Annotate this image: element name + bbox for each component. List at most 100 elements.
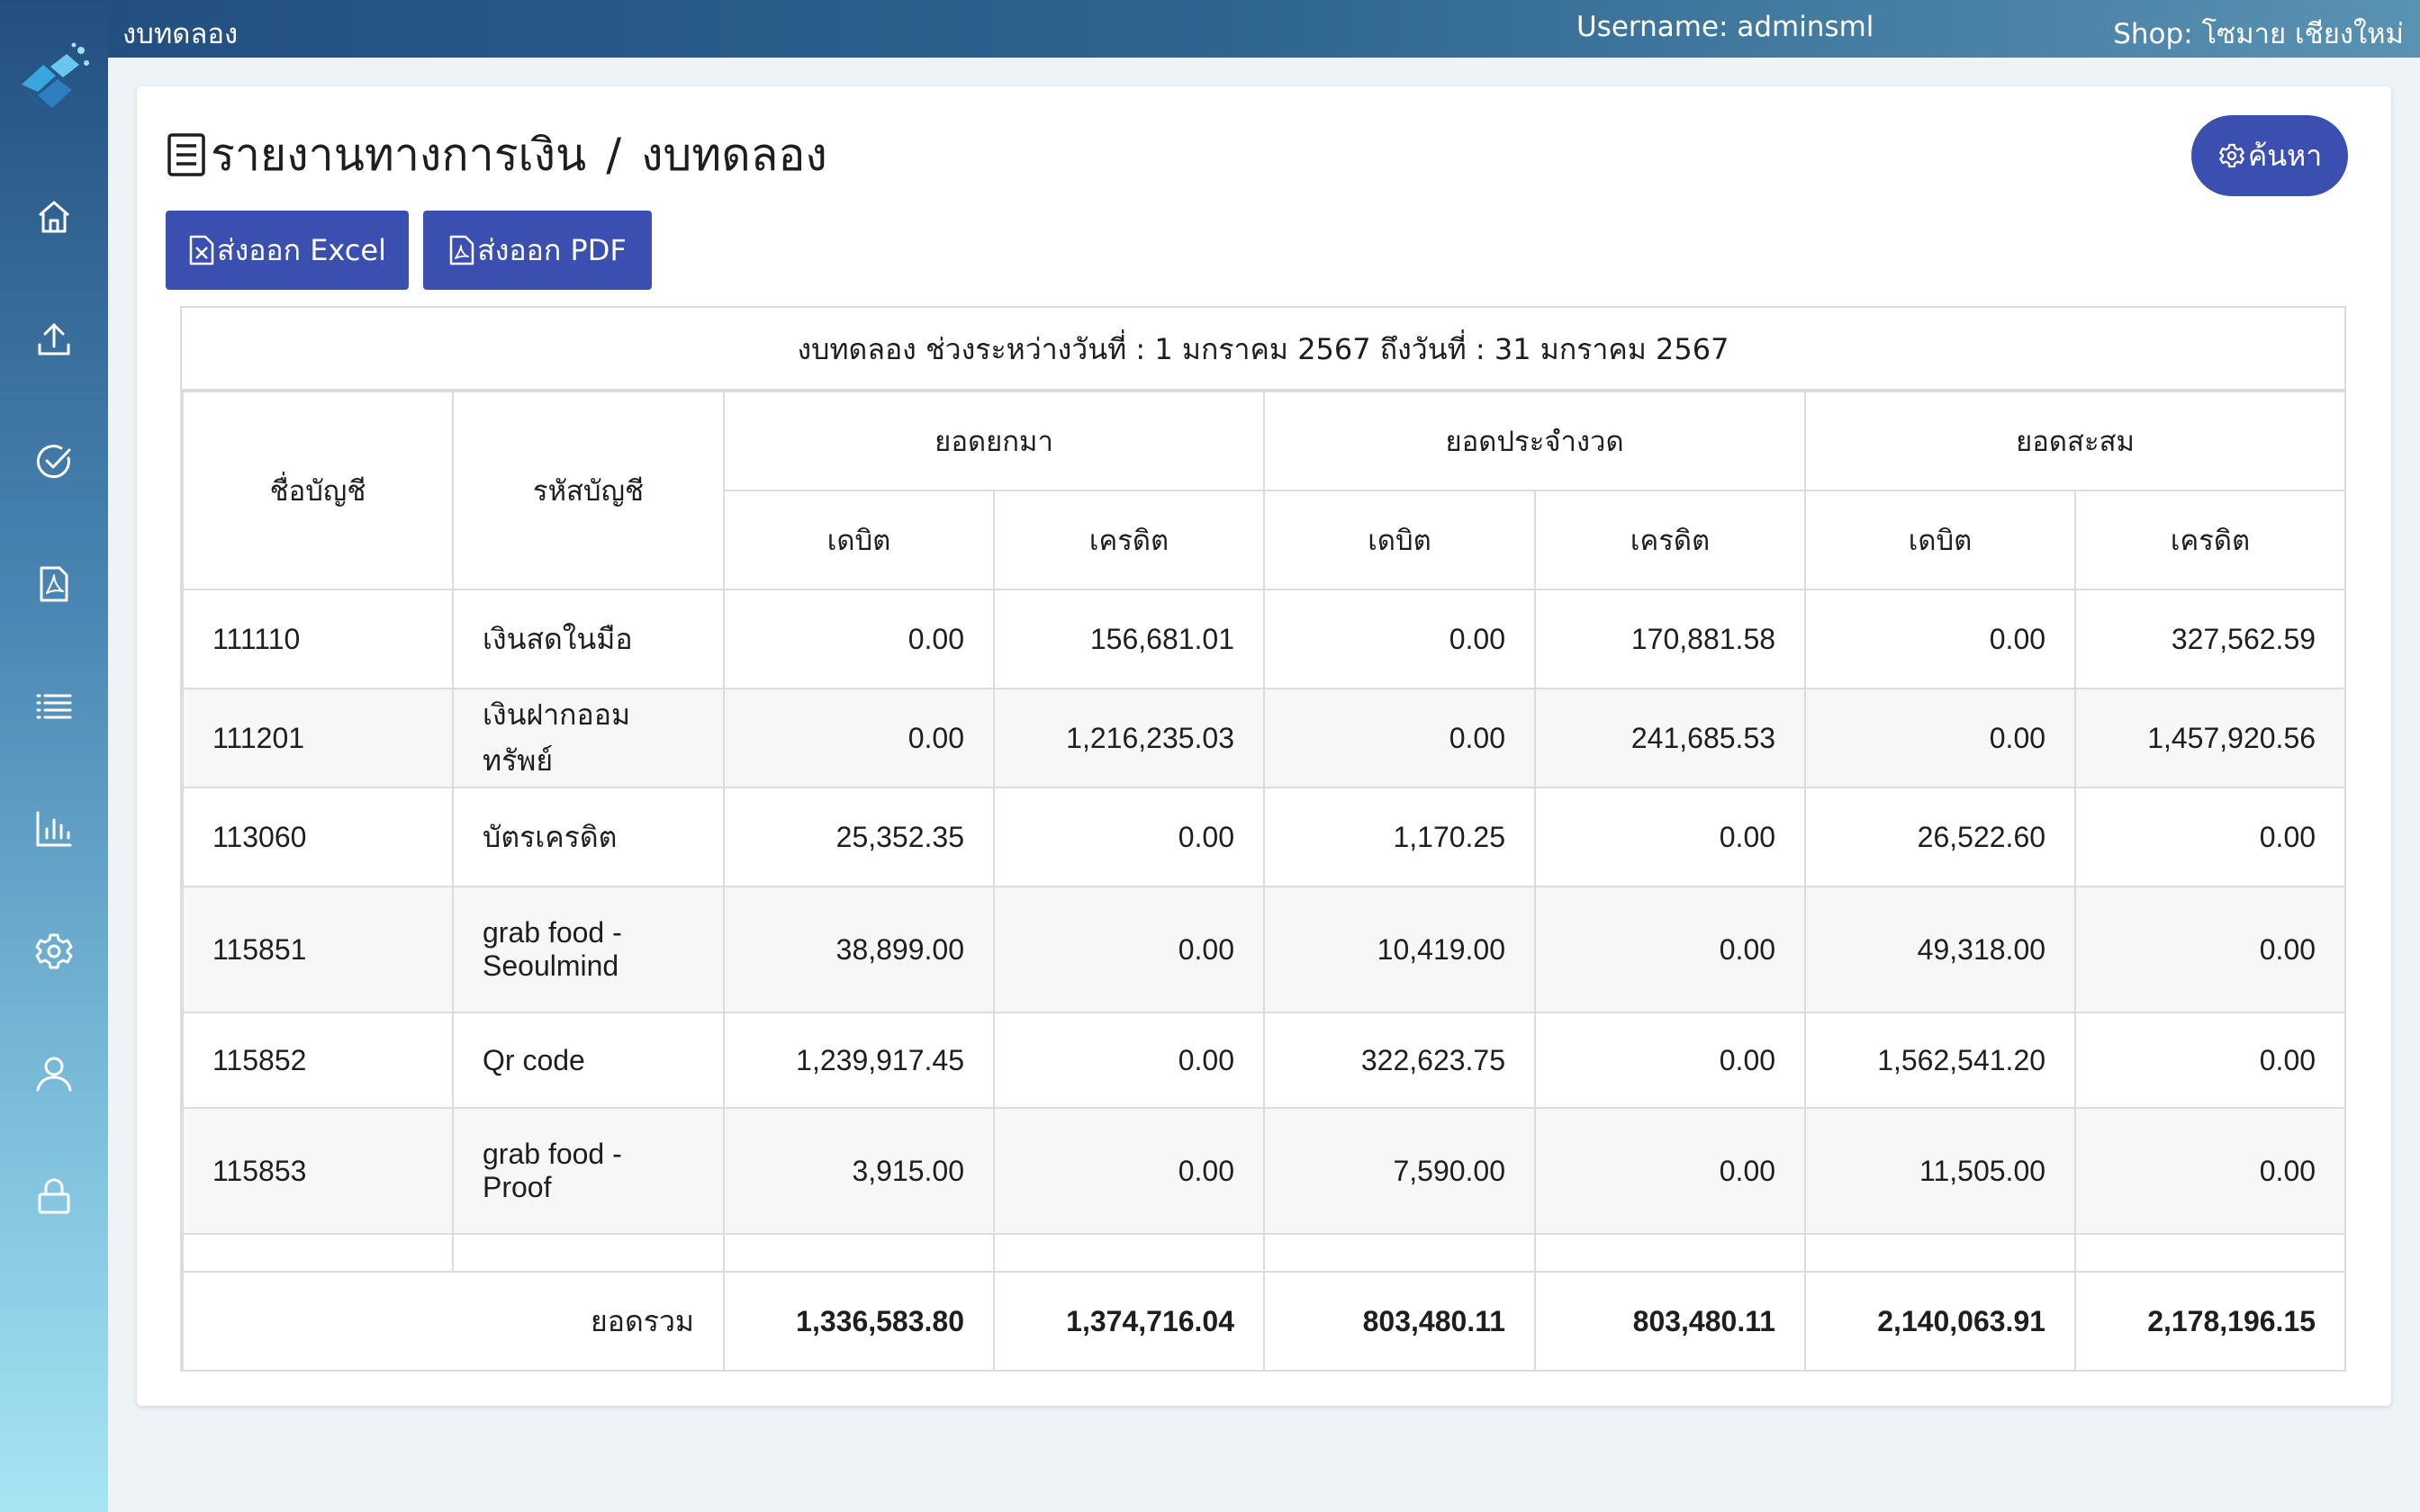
header-period: ยอดประจำงวด	[1263, 391, 1807, 491]
cell-col1: 111201	[182, 688, 454, 788]
cell-col2: grab food - Seoulmind	[452, 886, 725, 1013]
cell-col2: เงินฝากออมทรัพย์	[452, 688, 725, 788]
export-excel-button[interactable]: ส่งออก Excel	[166, 211, 409, 290]
cell-col1: 111110	[182, 589, 454, 689]
cell-col2: บัตรเครดิต	[452, 787, 725, 887]
cell-value: 0.00	[2074, 1107, 2347, 1235]
cell-value: 25,352.35	[723, 787, 995, 887]
cell-col1: 115852	[182, 1012, 454, 1109]
header-accumulated: ยอดสะสม	[1804, 391, 2347, 491]
shop-label: Shop: โซมาย เชียงใหม่	[2113, 18, 2404, 50]
cell-value: 1,239,917.45	[723, 1012, 995, 1109]
cell-col2: grab food - Proof	[452, 1107, 725, 1235]
header-credit: เครดิต	[992, 490, 1266, 590]
trial-balance-grid: ชื่อบัญชี รหัสบัญชี ยอดยกมา ยอดประจำงวด …	[182, 391, 2347, 1372]
cell-value: 0.00	[992, 1107, 1266, 1235]
upload-icon[interactable]	[32, 318, 76, 361]
header-brought-forward: ยอดยกมา	[722, 391, 1266, 491]
header-debit: เดบิต	[723, 490, 995, 590]
total-value: 2,140,063.91	[1804, 1271, 2077, 1372]
table-row: 115851 grab food - Seoulmind 38,899.00 0…	[182, 886, 2347, 1013]
cell-value: 0.00	[992, 886, 1266, 1013]
check-circle-icon[interactable]	[32, 440, 76, 483]
header-debit: เดบิต	[1263, 490, 1537, 590]
total-row: ยอดรวม 1,336,583.80 1,374,716.04 803,480…	[182, 1271, 2347, 1372]
gear-icon[interactable]	[32, 930, 76, 973]
cell-col2: Qr code	[452, 1012, 725, 1109]
total-value: 803,480.11	[1534, 1271, 1807, 1372]
trial-balance-table: งบทดลอง ช่วงระหว่างวันที่ : 1 มกราคม 256…	[180, 306, 2347, 1372]
cell-value: 49,318.00	[1804, 886, 2077, 1013]
pdf-file-icon	[450, 235, 474, 266]
total-value: 803,480.11	[1263, 1271, 1537, 1372]
header-credit: เครดิต	[1534, 490, 1807, 590]
cell-value: 322,623.75	[1263, 1012, 1537, 1109]
cell-col1: 113060	[182, 787, 454, 887]
gear-icon	[2218, 143, 2244, 168]
table-row: 111201 เงินฝากออมทรัพย์ 0.00 1,216,235.0…	[182, 688, 2347, 788]
cell-value: 0.00	[1534, 1107, 1807, 1235]
search-button[interactable]: ค้นหา	[2191, 115, 2348, 196]
cell-value: 327,562.59	[2074, 589, 2347, 689]
cell-value: 0.00	[723, 589, 995, 689]
bar-chart-icon[interactable]	[32, 807, 76, 850]
breadcrumb-parent[interactable]: รายงานทางการเงิน	[211, 120, 586, 191]
cell-value: 10,419.00	[1263, 886, 1537, 1013]
cell-value: 0.00	[723, 688, 995, 788]
table-row: 113060 บัตรเครดิต 25,352.35 0.00 1,170.2…	[182, 787, 2347, 887]
excel-file-icon	[189, 235, 214, 266]
cell-value: 3,915.00	[723, 1107, 995, 1235]
empty-row	[182, 1233, 2347, 1273]
top-bar: งบทดลอง Username: adminsml Shop: โซมาย เ…	[108, 0, 2420, 58]
report-caption: งบทดลอง ช่วงระหว่างวันที่ : 1 มกราคม 256…	[182, 308, 2344, 391]
home-icon[interactable]	[32, 195, 76, 238]
cell-value: 156,681.01	[992, 589, 1266, 689]
cell-value: 1,170.25	[1263, 787, 1537, 887]
cell-col2: เงินสดในมือ	[452, 589, 725, 689]
export-excel-label: ส่งออก Excel	[217, 232, 386, 267]
cell-value: 1,457,920.56	[2074, 688, 2347, 788]
cell-value: 0.00	[1534, 1012, 1807, 1109]
lock-icon[interactable]	[32, 1174, 76, 1218]
header-account-code: รหัสบัญชี	[452, 391, 725, 590]
cell-value: 0.00	[2074, 787, 2347, 887]
header-debit: เดบิต	[1804, 490, 2077, 590]
cell-value: 1,562,541.20	[1804, 1012, 2077, 1109]
total-value: 1,374,716.04	[992, 1271, 1266, 1372]
sidebar	[0, 0, 108, 1512]
cell-value: 0.00	[1263, 589, 1537, 689]
username-label: Username: adminsml	[1576, 11, 1874, 43]
cell-col1: 115851	[182, 886, 454, 1013]
header-account-name: ชื่อบัญชี	[182, 391, 454, 590]
export-pdf-label: ส่งออก PDF	[477, 232, 627, 267]
cell-value: 26,522.60	[1804, 787, 2077, 887]
cell-value: 0.00	[992, 1012, 1266, 1109]
cell-value: 0.00	[1534, 787, 1807, 887]
header-credit: เครดิต	[2074, 490, 2347, 590]
breadcrumb-current: งบทดลอง	[641, 128, 827, 181]
cell-value: 0.00	[1534, 886, 1807, 1013]
export-pdf-button[interactable]: ส่งออก PDF	[423, 211, 652, 290]
table-row: 111110 เงินสดในมือ 0.00 156,681.01 0.00 …	[182, 589, 2347, 689]
cell-value: 0.00	[1804, 589, 2077, 689]
search-button-label: ค้นหา	[2247, 138, 2323, 173]
document-list-icon	[167, 133, 205, 176]
app-logo-icon[interactable]	[16, 40, 92, 121]
page-name: งบทดลอง	[122, 18, 239, 50]
list-icon[interactable]	[32, 685, 76, 728]
pdf-file-icon[interactable]	[32, 562, 76, 606]
cell-value: 241,685.53	[1534, 688, 1807, 788]
total-label: ยอดรวม	[182, 1271, 725, 1372]
cell-value: 0.00	[2074, 1012, 2347, 1109]
total-value: 2,178,196.15	[2074, 1271, 2347, 1372]
cell-value: 1,216,235.03	[992, 688, 1266, 788]
table-row: 115853 grab food - Proof 3,915.00 0.00 7…	[182, 1107, 2347, 1235]
breadcrumb-separator: /	[606, 129, 622, 181]
cell-value: 170,881.58	[1534, 589, 1807, 689]
cell-value: 7,590.00	[1263, 1107, 1537, 1235]
table-row: 115852 Qr code 1,239,917.45 0.00 322,623…	[182, 1012, 2347, 1109]
user-icon[interactable]	[32, 1052, 76, 1095]
breadcrumb: รายงานทางการเงิน / งบทดลอง	[166, 126, 827, 184]
cell-value: 11,505.00	[1804, 1107, 2077, 1235]
cell-value: 38,899.00	[723, 886, 995, 1013]
